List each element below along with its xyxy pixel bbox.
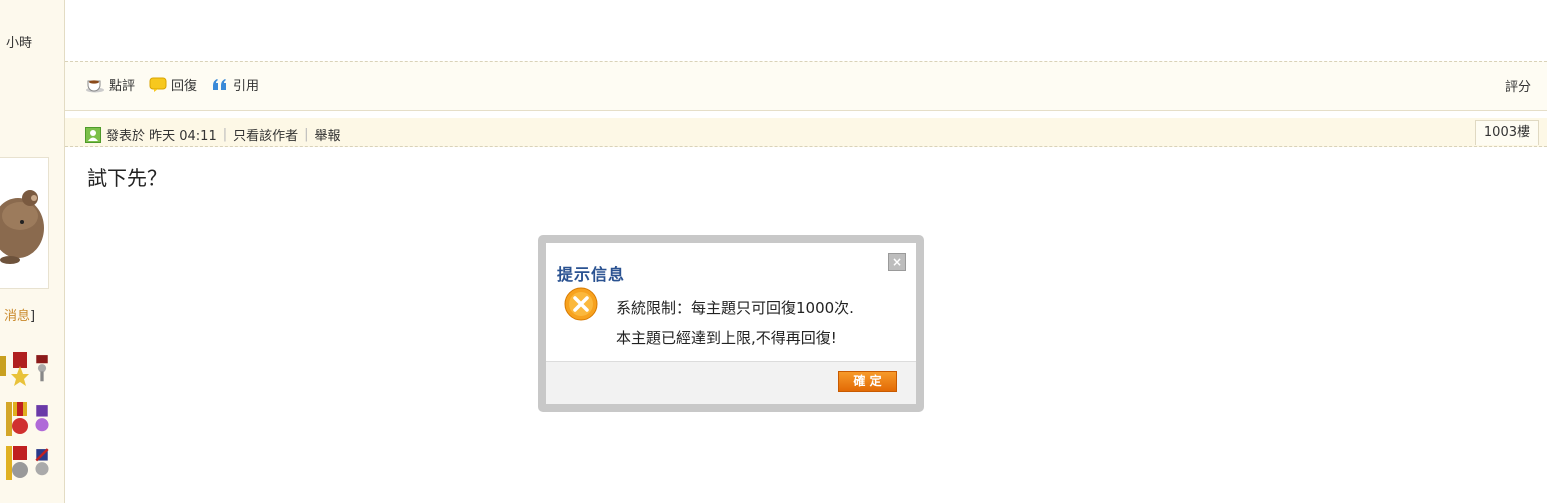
avatar[interactable] [0, 157, 49, 289]
medal-icon [35, 405, 49, 432]
quote-icon [213, 78, 227, 90]
close-icon[interactable]: × [888, 253, 906, 271]
report-link[interactable]: 舉報 [315, 125, 341, 144]
user-sidebar: 小時 消息] [0, 0, 65, 503]
author-only-link[interactable]: 只看該作者 [233, 125, 298, 144]
post-action-bar: 點評 回復 引用 評分 [65, 61, 1547, 111]
divider: | [222, 127, 228, 142]
dialog-message: 系統限制：每主題只可回復1000次. 本主題已經達到上限,不得再回復! [616, 299, 854, 347]
dialog-title: 提示信息 [557, 265, 626, 284]
divider: | [304, 127, 309, 142]
teacup-icon [86, 79, 104, 92]
reply-action[interactable]: 回復 [149, 75, 197, 94]
post-content: 試下先？ [87, 166, 167, 190]
post-time: 發表於 昨天 04:11 [106, 129, 217, 144]
comment-action[interactable]: 點評 [85, 75, 135, 94]
quote-action[interactable]: 引用 [211, 75, 259, 94]
alert-dialog-body: 提示信息 × 系統限制：每主題只可回復1000次. 本主題已經達到上限,不得再回… [546, 243, 916, 404]
floor-number[interactable]: 1003樓 [1474, 120, 1539, 145]
dialog-footer: 確 定 [546, 361, 916, 404]
post-info-bar: 發表於 昨天 04:11 | 只看該作者 | 舉報 1003樓 [65, 118, 1547, 147]
medal-icon [12, 446, 28, 478]
medal-icon [12, 402, 28, 434]
confirm-button[interactable]: 確 定 [838, 371, 897, 392]
error-icon [564, 287, 598, 321]
online-user-icon [85, 126, 101, 143]
speech-bubble-icon [149, 77, 167, 92]
rate-action[interactable]: 評分 [1505, 76, 1531, 95]
medal-icon [36, 355, 48, 382]
medal-icon [11, 352, 29, 386]
alert-dialog: 提示信息 × 系統限制：每主題只可回復1000次. 本主題已經達到上限,不得再回… [538, 235, 924, 412]
send-message-link[interactable]: 消息] [4, 305, 35, 324]
online-hours-text: 小時 [6, 36, 33, 51]
medal-icon [35, 448, 49, 476]
